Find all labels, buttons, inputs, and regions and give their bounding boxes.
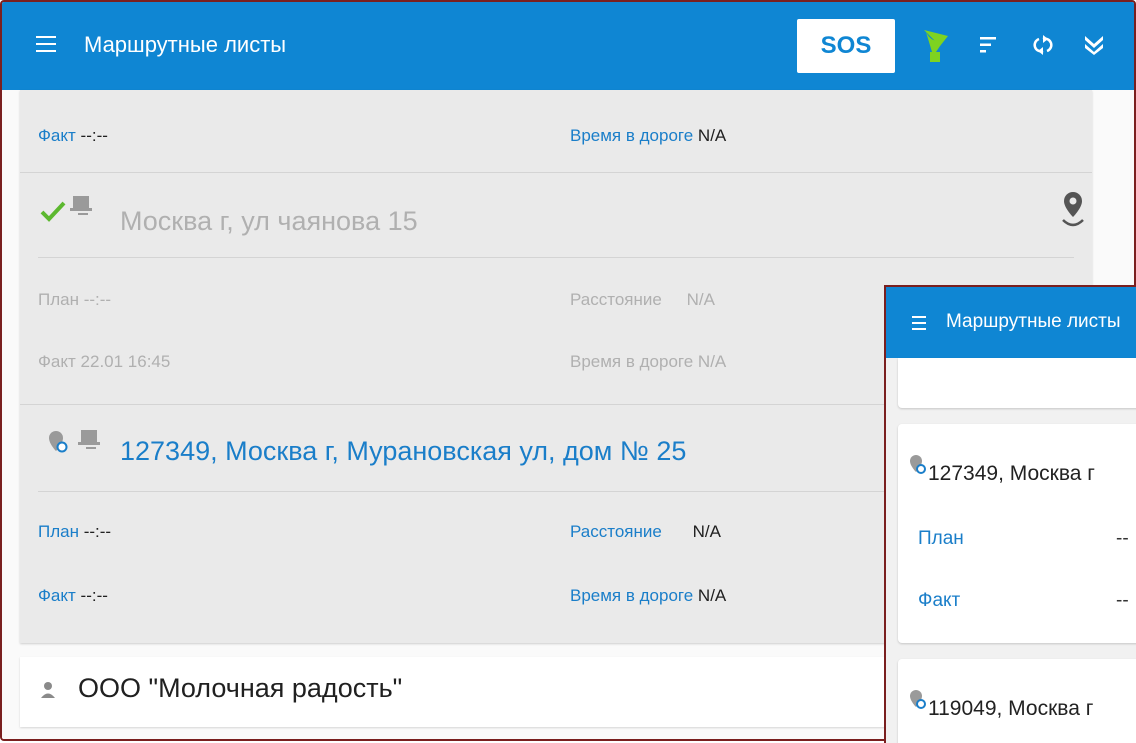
truck-load-icon (78, 430, 100, 449)
travel-time-row: Время в дороге N/A (570, 586, 727, 605)
app-bar: Маршрутные листы (886, 287, 1136, 358)
page-title: Маршрутные листы (946, 311, 1121, 332)
fact-label: Факт (918, 590, 961, 611)
travel-time-row: Время в дороге N/A (570, 126, 727, 145)
route-card[interactable]: 127349, Москва г План -- Факт -- (898, 424, 1136, 643)
sos-button[interactable]: SOS (797, 19, 895, 73)
plan-label: План (918, 528, 964, 549)
app-bar: Маршрутные листы SOS (2, 2, 1134, 90)
plan-value: -- (1116, 528, 1129, 549)
stop-address[interactable]: 127349, Москва г, Мурановская ул, дом № … (120, 436, 686, 467)
stop-address[interactable]: Москва г, ул чаянова 15 (120, 206, 418, 237)
menu-icon[interactable] (36, 36, 56, 54)
stop-address: 119049, Москва г (928, 697, 1094, 720)
plan-row: План --:-- (38, 522, 112, 541)
pin-clock-icon (910, 690, 926, 709)
menu-icon[interactable] (912, 316, 926, 334)
person-icon (41, 682, 55, 698)
expand-down-icon[interactable] (1084, 34, 1104, 56)
page-title: Маршрутные листы (84, 32, 287, 57)
overlay-screenshot: Маршрутные листы 127349, Москва г План -… (884, 285, 1136, 743)
fact-row: Факт 22.01 16:45 (38, 352, 171, 371)
route-card[interactable]: 119049, Москва г (898, 659, 1136, 743)
filter-icon[interactable] (980, 36, 1000, 54)
pin-clock-icon (49, 431, 68, 453)
route-card (898, 358, 1136, 408)
check-icon (40, 201, 66, 222)
fact-row: Факт --:-- (38, 586, 108, 605)
fact-value: -- (1116, 590, 1129, 611)
map-pin-icon[interactable] (1060, 190, 1086, 230)
client-name: ООО "Молочная радость" (78, 673, 403, 703)
distance-row: Расстояние N/A (570, 290, 715, 309)
plan-row: План --:-- (38, 290, 112, 309)
distance-row: Расстояние N/A (570, 522, 721, 541)
pin-clock-icon (910, 455, 926, 474)
sync-icon[interactable] (1032, 32, 1054, 58)
gps-satellite-icon[interactable] (920, 26, 952, 66)
fact-row: Факт --:-- (38, 126, 108, 145)
truck-unload-icon (70, 196, 92, 215)
travel-time-row: Время в дороге N/A (570, 352, 727, 371)
stop-address: 127349, Москва г (928, 462, 1095, 485)
